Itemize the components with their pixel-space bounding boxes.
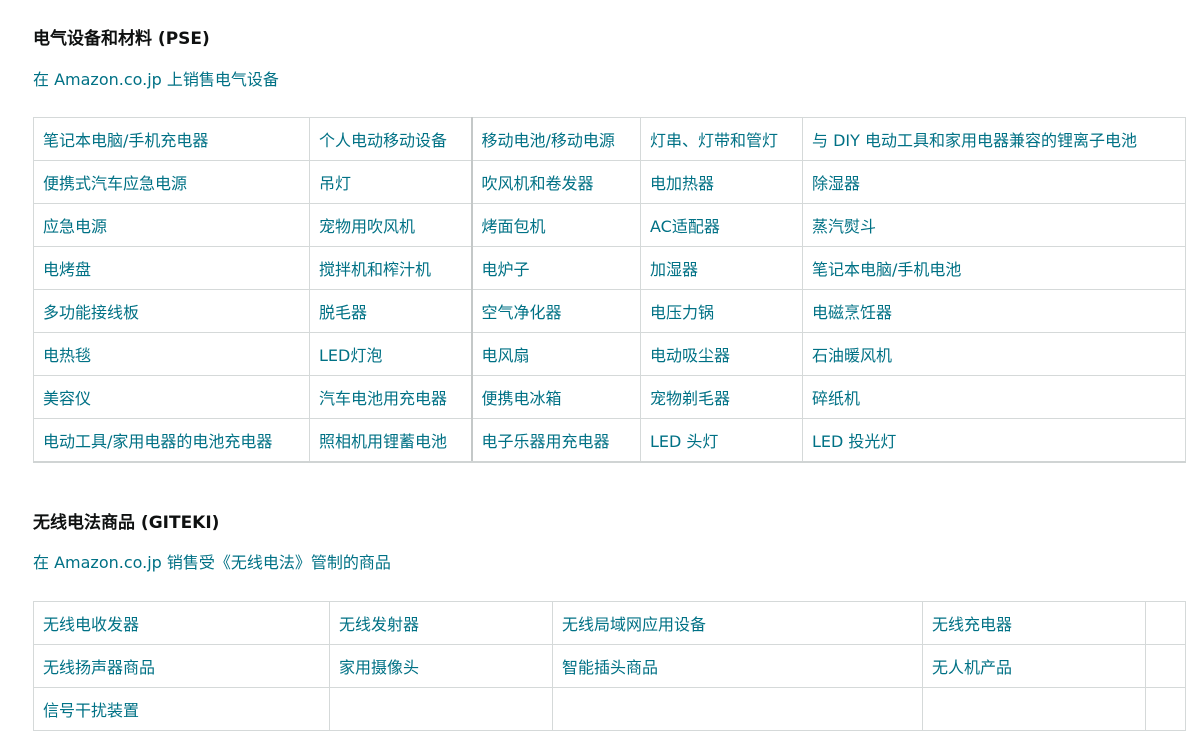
category-link[interactable]: 宠物用吹风机 <box>309 203 472 247</box>
empty-cell <box>329 687 553 731</box>
pse-info-link[interactable]: 在 Amazon.co.jp 上销售电气设备 <box>33 66 279 90</box>
category-link[interactable]: 家用摄像头 <box>329 644 553 688</box>
category-link[interactable]: 笔记本电脑/手机充电器 <box>33 117 310 161</box>
table-row: 电动工具/家用电器的电池充电器 照相机用锂蓄电池 电子乐器用充电器 LED 头灯… <box>33 418 1186 463</box>
category-link[interactable]: 电炉子 <box>470 246 641 290</box>
pse-section-title: 电气设备和材料 (PSE) <box>33 29 210 49</box>
category-link[interactable]: 吹风机和卷发器 <box>470 160 641 204</box>
category-link[interactable]: 无线电收发器 <box>33 601 330 645</box>
category-link[interactable]: 吊灯 <box>309 160 472 204</box>
category-link[interactable]: 个人电动移动设备 <box>309 117 472 161</box>
category-link[interactable]: 便携电冰箱 <box>470 375 641 419</box>
category-link[interactable]: 与 DIY 电动工具和家用电器兼容的锂离子电池 <box>802 117 1186 161</box>
category-link[interactable]: LED 头灯 <box>640 418 803 463</box>
empty-cell <box>1145 687 1186 731</box>
category-link[interactable]: 电磁烹饪器 <box>802 289 1186 333</box>
category-link[interactable]: AC适配器 <box>640 203 803 247</box>
category-link[interactable]: 碎纸机 <box>802 375 1186 419</box>
category-link[interactable]: 笔记本电脑/手机电池 <box>802 246 1186 290</box>
category-link[interactable]: 无线扬声器商品 <box>33 644 330 688</box>
table-row: 信号干扰装置 <box>33 687 1186 731</box>
category-link[interactable]: 信号干扰装置 <box>33 687 330 731</box>
giteki-section-title: 无线电法商品 (GITEKI) <box>33 513 220 533</box>
pse-category-table: 笔记本电脑/手机充电器 个人电动移动设备 移动电池/移动电源 灯串、灯带和管灯 … <box>33 117 1186 463</box>
category-link[interactable]: LED 投光灯 <box>802 418 1186 463</box>
empty-cell <box>922 687 1146 731</box>
table-row: 无线扬声器商品 家用摄像头 智能插头商品 无人机产品 <box>33 644 1186 688</box>
empty-cell <box>1145 601 1186 645</box>
empty-cell <box>1145 644 1186 688</box>
category-link[interactable]: 除湿器 <box>802 160 1186 204</box>
table-row: 美容仪 汽车电池用充电器 便携电冰箱 宠物剃毛器 碎纸机 <box>33 375 1186 419</box>
category-link[interactable]: 无人机产品 <box>922 644 1146 688</box>
category-link[interactable]: 无线发射器 <box>329 601 553 645</box>
table-row: 笔记本电脑/手机充电器 个人电动移动设备 移动电池/移动电源 灯串、灯带和管灯 … <box>33 117 1186 161</box>
category-link[interactable]: 智能插头商品 <box>552 644 923 688</box>
category-link[interactable]: 搅拌机和榨汁机 <box>309 246 472 290</box>
category-link[interactable]: 汽车电池用充电器 <box>309 375 472 419</box>
table-row: 无线电收发器 无线发射器 无线局域网应用设备 无线充电器 <box>33 601 1186 645</box>
category-link[interactable]: 电子乐器用充电器 <box>470 418 641 463</box>
category-link[interactable]: 美容仪 <box>33 375 310 419</box>
category-link[interactable]: 电风扇 <box>470 332 641 376</box>
category-link[interactable]: 蒸汽熨斗 <box>802 203 1186 247</box>
table-row: 便携式汽车应急电源 吊灯 吹风机和卷发器 电加热器 除湿器 <box>33 160 1186 204</box>
category-link[interactable]: 灯串、灯带和管灯 <box>640 117 803 161</box>
category-link[interactable]: 加湿器 <box>640 246 803 290</box>
giteki-info-link[interactable]: 在 Amazon.co.jp 销售受《无线电法》管制的商品 <box>33 549 391 573</box>
category-link[interactable]: 烤面包机 <box>470 203 641 247</box>
table-row: 应急电源 宠物用吹风机 烤面包机 AC适配器 蒸汽熨斗 <box>33 203 1186 247</box>
category-link[interactable]: 无线充电器 <box>922 601 1146 645</box>
category-link[interactable]: 电压力锅 <box>640 289 803 333</box>
category-link[interactable]: 空气净化器 <box>470 289 641 333</box>
table-row: 电热毯 LED灯泡 电风扇 电动吸尘器 石油暖风机 <box>33 332 1186 376</box>
giteki-category-table: 无线电收发器 无线发射器 无线局域网应用设备 无线充电器 无线扬声器商品 家用摄… <box>33 601 1186 731</box>
table-row: 多功能接线板 脱毛器 空气净化器 电压力锅 电磁烹饪器 <box>33 289 1186 333</box>
category-link[interactable]: 石油暖风机 <box>802 332 1186 376</box>
category-link[interactable]: LED灯泡 <box>309 332 472 376</box>
category-link[interactable]: 多功能接线板 <box>33 289 310 333</box>
category-link[interactable]: 无线局域网应用设备 <box>552 601 923 645</box>
table-row: 电烤盘 搅拌机和榨汁机 电炉子 加湿器 笔记本电脑/手机电池 <box>33 246 1186 290</box>
category-link[interactable]: 脱毛器 <box>309 289 472 333</box>
empty-cell <box>552 687 923 731</box>
category-link[interactable]: 电动吸尘器 <box>640 332 803 376</box>
category-link[interactable]: 电烤盘 <box>33 246 310 290</box>
category-link[interactable]: 移动电池/移动电源 <box>470 117 641 161</box>
category-link[interactable]: 电动工具/家用电器的电池充电器 <box>33 418 310 463</box>
category-link[interactable]: 宠物剃毛器 <box>640 375 803 419</box>
category-link[interactable]: 照相机用锂蓄电池 <box>309 418 472 463</box>
category-link[interactable]: 便携式汽车应急电源 <box>33 160 310 204</box>
category-link[interactable]: 电热毯 <box>33 332 310 376</box>
category-link[interactable]: 电加热器 <box>640 160 803 204</box>
category-link[interactable]: 应急电源 <box>33 203 310 247</box>
